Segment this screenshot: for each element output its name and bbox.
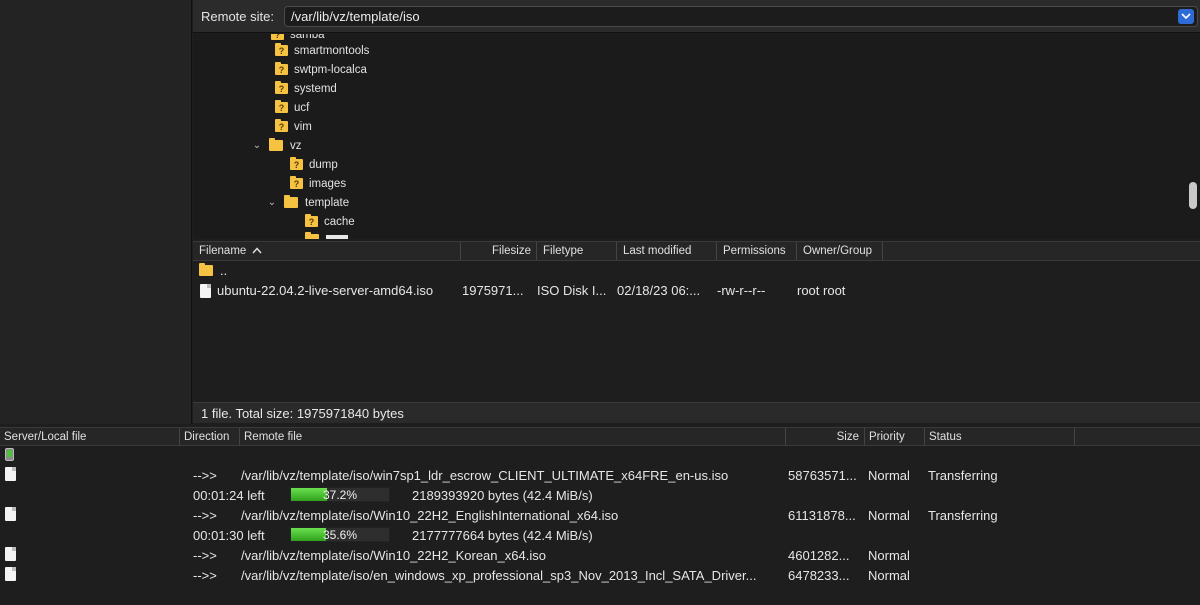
file-list[interactable]: .. ubuntu-22.04.2-live-server-amd64.iso … bbox=[193, 261, 1200, 402]
queue-header: Server/Local file Direction Remote file … bbox=[0, 427, 1200, 446]
unknown-folder-icon: ? bbox=[305, 214, 318, 227]
tree-item[interactable]: ? dump bbox=[290, 155, 338, 174]
remote-status-bar: 1 file. Total size: 1975971840 bytes bbox=[193, 402, 1200, 423]
remote-site-bar: Remote site: /var/lib/vz/template/iso bbox=[193, 0, 1200, 33]
chevron-down-icon[interactable] bbox=[1177, 8, 1194, 24]
file-icon bbox=[200, 283, 211, 298]
unknown-folder-icon: ? bbox=[275, 81, 288, 94]
column-permissions[interactable]: Permissions bbox=[717, 242, 797, 260]
column-status[interactable]: Status bbox=[925, 428, 1075, 445]
column-last-modified[interactable]: Last modified bbox=[617, 242, 717, 260]
file-row[interactable]: ubuntu-22.04.2-live-server-amd64.iso 197… bbox=[193, 281, 1200, 300]
file-icon bbox=[5, 567, 16, 581]
column-remote-file[interactable]: Remote file bbox=[240, 428, 786, 445]
local-pane bbox=[0, 0, 192, 424]
unknown-folder-icon: ? bbox=[290, 157, 303, 170]
tree-item[interactable]: ? swtpm-localca bbox=[275, 60, 367, 79]
transfer-queue[interactable]: -->> /var/lib/vz/template/iso/win7sp1_ld… bbox=[0, 446, 1200, 605]
unknown-folder-icon: ? bbox=[290, 176, 303, 189]
folder-icon bbox=[284, 195, 298, 208]
tree-item[interactable]: ? smartmontools bbox=[275, 41, 369, 60]
column-server-local-file[interactable]: Server/Local file bbox=[0, 428, 180, 445]
remote-path-combobox[interactable]: /var/lib/vz/template/iso bbox=[283, 5, 1198, 27]
folder-icon bbox=[199, 263, 213, 276]
tree-item[interactable]: ? systemd bbox=[275, 79, 337, 98]
transfer-bytes: 2177777664 bytes (42.4 MiB/s) bbox=[412, 527, 593, 543]
column-filetype[interactable]: Filetype bbox=[537, 242, 617, 260]
tree-item-template[interactable]: ⌄ template bbox=[266, 193, 349, 212]
folder-icon bbox=[269, 138, 283, 151]
unknown-folder-icon: ? bbox=[275, 62, 288, 75]
remote-path-value: /var/lib/vz/template/iso bbox=[290, 8, 420, 24]
file-icon bbox=[5, 507, 16, 521]
tree-item-vz[interactable]: ⌄ vz bbox=[251, 136, 302, 155]
file-icon bbox=[5, 467, 16, 481]
column-filename[interactable]: Filename bbox=[193, 242, 461, 260]
tree-item-selected[interactable] bbox=[305, 230, 348, 239]
column-size[interactable]: Size bbox=[786, 428, 865, 445]
unknown-folder-icon: ? bbox=[275, 43, 288, 56]
sort-ascending-icon bbox=[252, 245, 262, 257]
column-owner-group[interactable]: Owner/Group bbox=[797, 242, 883, 260]
queue-item[interactable]: -->> /var/lib/vz/template/iso/Win10_22H2… bbox=[193, 545, 928, 565]
file-list-header: Filename Filesize Filetype Last modified… bbox=[193, 241, 1200, 261]
unknown-folder-icon: ? bbox=[275, 119, 288, 132]
tree-scrollbar-thumb[interactable] bbox=[1189, 182, 1197, 209]
server-icon bbox=[5, 448, 14, 461]
tree-item[interactable]: ? ucf bbox=[275, 98, 309, 117]
file-icon bbox=[5, 547, 16, 561]
queue-item[interactable]: -->> /var/lib/vz/template/iso/win7sp1_ld… bbox=[193, 465, 998, 485]
queue-item[interactable]: -->> /var/lib/vz/template/iso/en_windows… bbox=[193, 565, 928, 585]
column-filesize[interactable]: Filesize bbox=[461, 242, 537, 260]
column-direction[interactable]: Direction bbox=[180, 428, 240, 445]
tree-item[interactable]: ? cache bbox=[305, 212, 355, 231]
remote-directory-tree[interactable]: ? samba ? smartmontools ? swtpm-localca … bbox=[193, 34, 1200, 239]
folder-icon bbox=[305, 232, 319, 239]
file-row-parent[interactable]: .. bbox=[193, 261, 1200, 280]
tree-item[interactable]: ? images bbox=[290, 174, 346, 193]
selected-label-highlight bbox=[326, 235, 348, 239]
progress-bar: 35.6% bbox=[290, 527, 390, 542]
transfer-bytes: 2189393920 bytes (42.4 MiB/s) bbox=[412, 487, 593, 503]
transfer-progress-row: 00:01:30 left bbox=[193, 527, 265, 543]
progress-bar: 37.2% bbox=[290, 487, 390, 502]
chevron-down-icon[interactable]: ⌄ bbox=[266, 197, 278, 208]
chevron-down-icon[interactable]: ⌄ bbox=[251, 140, 263, 151]
column-priority[interactable]: Priority bbox=[865, 428, 925, 445]
transfer-progress-row: 00:01:24 left bbox=[193, 487, 265, 503]
unknown-folder-icon: ? bbox=[271, 34, 284, 40]
unknown-folder-icon: ? bbox=[275, 100, 288, 113]
tree-item[interactable]: ? vim bbox=[275, 117, 312, 136]
queue-item[interactable]: -->> /var/lib/vz/template/iso/Win10_22H2… bbox=[193, 505, 998, 525]
remote-site-label: Remote site: bbox=[201, 8, 274, 24]
